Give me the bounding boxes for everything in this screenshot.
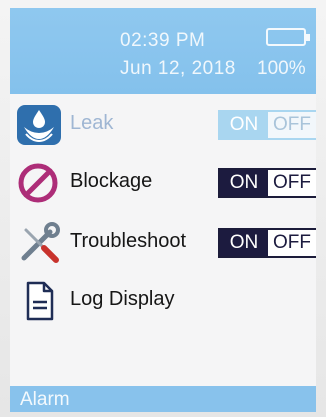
menu-item-label: Leak [70, 112, 114, 134]
clock-time: 02:39 PM [120, 30, 206, 51]
clock-date: Jun 12, 2018 [120, 58, 236, 79]
menu-item-label: Log Display [70, 288, 175, 310]
menu-item-leak[interactable]: Leak ON OFF [10, 100, 316, 148]
battery-icon [266, 28, 310, 46]
no-entry-icon [16, 162, 62, 204]
water-drop-icon [16, 104, 62, 146]
toggle-off-option[interactable]: OFF [268, 170, 316, 196]
battery-percent: 100% [257, 58, 306, 79]
menu-item-blockage[interactable]: Blockage ON OFF [10, 158, 316, 206]
toggle-on-option[interactable]: ON [220, 230, 268, 256]
document-icon [16, 280, 62, 322]
bottom-bar: Alarm [10, 386, 316, 412]
menu-item-label: Blockage [70, 170, 153, 192]
tools-icon [16, 222, 62, 264]
menu-item-log-display[interactable]: Log Display [10, 276, 316, 324]
device-screen: 02:39 PM Jun 12, 2018 100% Leak ON OFF B… [10, 8, 316, 412]
toggle-off-option[interactable]: OFF [268, 112, 316, 138]
toggle-on-option[interactable]: ON [220, 112, 268, 138]
toggle-off-option[interactable]: OFF [268, 230, 316, 256]
alarm-label[interactable]: Alarm [20, 389, 70, 411]
troubleshoot-toggle[interactable]: ON OFF [218, 228, 316, 258]
menu-item-troubleshoot[interactable]: Troubleshoot ON OFF [10, 218, 316, 266]
status-bar: 02:39 PM Jun 12, 2018 100% [10, 8, 316, 94]
blockage-toggle[interactable]: ON OFF [218, 168, 316, 198]
toggle-on-option[interactable]: ON [220, 170, 268, 196]
leak-toggle[interactable]: ON OFF [218, 110, 316, 140]
device-frame: 02:39 PM Jun 12, 2018 100% Leak ON OFF B… [0, 0, 326, 417]
menu-item-label: Troubleshoot [70, 230, 186, 252]
